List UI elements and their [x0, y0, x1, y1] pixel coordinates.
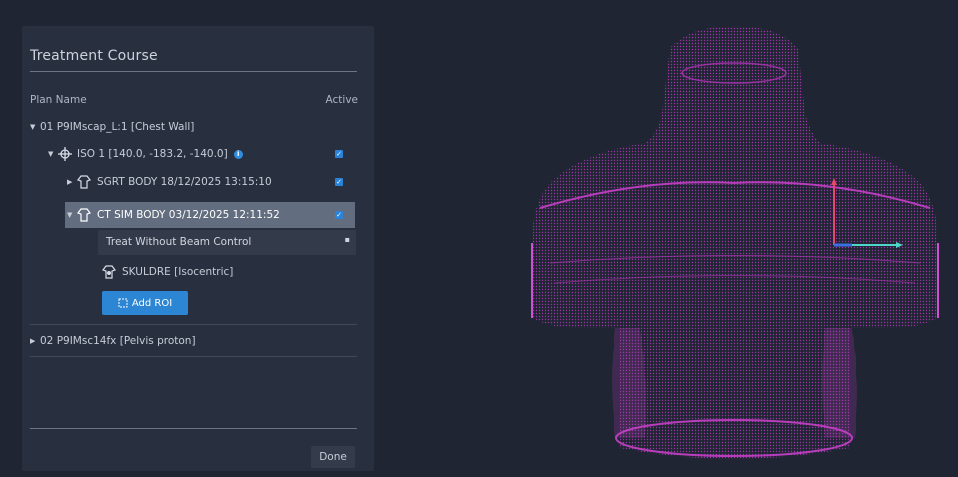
panel-title: Treatment Course: [30, 48, 158, 64]
title-divider: [30, 71, 357, 72]
structure-row[interactable]: SKULDRE [Isocentric]: [102, 265, 233, 279]
checkmark-icon: ✓: [336, 178, 342, 186]
caret-right-icon[interactable]: ▶: [30, 337, 40, 345]
ct-sim-body-row[interactable]: ▼ CT SIM BODY 03/12/2025 12:11:52: [67, 208, 280, 222]
plan-name: 01 P9IMscap_L:1 [Chest Wall]: [40, 121, 195, 133]
sgrt-body-row[interactable]: ▶ SGRT BODY 18/12/2025 13:15:10: [67, 175, 272, 189]
ct-sim-body-label: CT SIM BODY 03/12/2025 12:11:52: [97, 209, 280, 221]
caret-down-icon[interactable]: ▼: [30, 123, 40, 131]
divider: [30, 356, 357, 357]
column-header-active: Active: [325, 94, 358, 106]
info-icon[interactable]: i: [233, 149, 243, 159]
structure-label: SKULDRE [Isocentric]: [122, 266, 234, 278]
iso-active-checkbox[interactable]: ✓: [335, 150, 343, 158]
add-roi-icon: [118, 298, 128, 308]
add-roi-label: Add ROI: [131, 297, 173, 309]
done-button[interactable]: Done: [311, 446, 355, 468]
body-outline-icon: [77, 208, 91, 222]
ct-sim-body-row-selected[interactable]: ▼ CT SIM BODY 03/12/2025 12:11:52 ✓: [65, 202, 355, 228]
checkmark-icon: ✓: [336, 150, 342, 158]
iso-row[interactable]: ▼ ISO 1 [140.0, -183.2, -140.0] i: [48, 147, 243, 161]
caret-right-icon[interactable]: ▶: [67, 178, 77, 186]
column-header-plan-name: Plan Name: [30, 94, 87, 106]
structure-icon: [102, 265, 116, 279]
beam-control-dropdown[interactable]: Treat Without Beam Control ▪: [98, 230, 356, 255]
plan-row-02[interactable]: ▶ 02 P9IMsc14fx [Pelvis proton]: [30, 335, 196, 347]
caret-down-icon[interactable]: ▼: [67, 211, 77, 219]
plan-row-01[interactable]: ▼ 01 P9IMscap_L:1 [Chest Wall]: [30, 121, 194, 133]
axis-gizmo: [831, 178, 903, 248]
beam-control-value: Treat Without Beam Control: [106, 236, 252, 248]
caret-down-icon[interactable]: ▼: [48, 150, 58, 158]
dropdown-arrow-icon: ▪: [344, 235, 350, 244]
footer-divider: [30, 428, 357, 429]
add-roi-button[interactable]: Add ROI: [102, 291, 188, 315]
checkmark-icon: ✓: [336, 211, 342, 219]
treatment-course-panel: Treatment Course Plan Name Active ▼ 01 P…: [22, 26, 374, 471]
divider: [30, 324, 357, 325]
sgrt-body-label: SGRT BODY 18/12/2025 13:15:10: [97, 176, 272, 188]
sgrt-active-checkbox[interactable]: ✓: [335, 178, 343, 186]
iso-label: ISO 1 [140.0, -183.2, -140.0]: [77, 148, 228, 160]
plan-name: 02 P9IMsc14fx [Pelvis proton]: [40, 335, 196, 347]
ct-sim-active-checkbox[interactable]: ✓: [335, 211, 343, 219]
body-outline-icon: [77, 175, 91, 189]
isocenter-crosshair-icon: [58, 147, 72, 161]
